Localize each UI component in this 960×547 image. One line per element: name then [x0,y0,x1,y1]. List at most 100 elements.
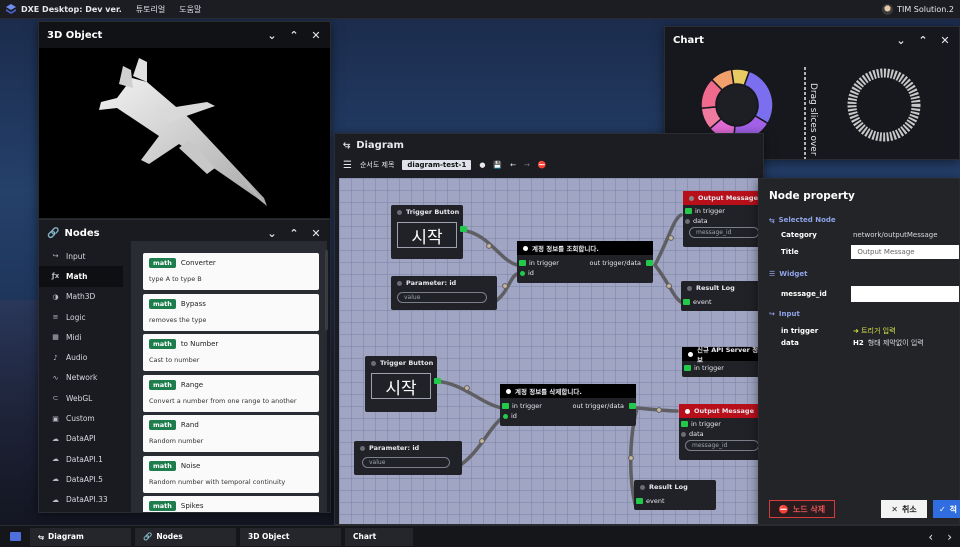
parameter-node-1[interactable]: Parameter: id value [391,276,497,310]
3d-object-header[interactable]: 3D Object ⌄ ⌃ ✕ [39,22,330,48]
node-category-network[interactable]: ∿ Network [39,368,123,388]
node-title: Parameter: id [369,444,420,452]
node-category-math3d[interactable]: ◑ Math3D [39,287,123,307]
node-category-dataapi-5[interactable]: ☁ DataAPI.5 [39,469,123,489]
flow-name[interactable]: diagram-test-1 [402,160,472,170]
chevron-up-icon[interactable]: ⌃ [288,29,300,42]
node-title: 신규 API Server 정보 [697,346,759,364]
menu-help[interactable]: 도움말 [179,4,201,15]
panel-title: Chart [673,34,704,46]
node-category-dataapi-1[interactable]: ☁ DataAPI.1 [39,449,123,469]
trigger-button-node-1[interactable]: Trigger Button 시작 [391,205,467,259]
close-icon[interactable]: ✕ [310,29,322,42]
parameter-node-2[interactable]: Parameter: id value [354,441,462,475]
node-category-audio[interactable]: ♪ Audio [39,347,123,367]
delete-node-button[interactable]: ⛔ 노드 삭제 [769,500,835,518]
3d-viewport[interactable] [39,48,330,218]
network-icon: ∿ [52,373,59,382]
taskbar-tab-3d-object[interactable]: 3D Object [240,527,341,546]
tab-label: Chart [353,532,377,541]
check-icon: ✓ [938,504,946,514]
chevron-left-icon[interactable]: ‹ [928,530,933,544]
chevron-up-icon[interactable]: ⌃ [288,227,300,240]
menu-tutorial[interactable]: 튜토리얼 [136,4,165,15]
title-input[interactable]: Output Message [851,245,959,259]
node-category-dataapi-33[interactable]: ☁ DataAPI.33 [39,490,123,510]
close-icon[interactable]: ✕ [310,227,322,240]
cloud-icon: ☁ [52,434,59,443]
node-card[interactable]: math Rand Random number [143,415,319,452]
node-list-scrollbar[interactable] [325,250,328,330]
category-label: Math [66,271,88,281]
node-category-dataapi[interactable]: ☁ DataAPI [39,429,123,449]
node-name: Bypass [180,299,206,308]
category-label: WebGL [66,393,93,403]
parameter-value-input[interactable]: value [397,292,487,303]
drop-target-ring[interactable] [847,68,921,142]
out-trigger-label: out trigger/data [572,402,625,410]
user-profile[interactable]: TIM Solution.2 [882,3,954,15]
undo-icon[interactable]: ← [510,161,516,169]
close-icon[interactable]: ✕ [939,34,951,47]
taskbar-tab-chart[interactable]: Chart [345,527,413,546]
node-description: Random number [149,437,204,445]
app-title: DXE Desktop: Dev ver. [21,4,122,14]
node-card[interactable]: math Range Convert a number from one range… [143,374,319,412]
stop-icon[interactable]: ⛔ [538,161,547,169]
start-menu-icon[interactable] [0,532,30,541]
category-label: Midi [66,332,82,342]
chevron-up-icon[interactable]: ⌃ [917,34,929,47]
selected-node-section: ⥃ Selected Node [759,213,959,227]
node-category-logic[interactable]: ≡ Logic [39,307,123,327]
math3d-icon: ◑ [52,292,59,301]
node-card[interactable]: math to Number Cast to number [143,334,319,371]
result-log-node-1[interactable]: Result Log event [681,281,761,311]
node-category-input[interactable]: ↪ Input [39,246,123,266]
confirm-button[interactable]: ✓ 적 [933,500,960,518]
start-button[interactable]: 시작 [397,222,457,248]
taskbar-tab-diagram[interactable]: ⥃ Diagram [30,527,131,546]
chevron-down-icon[interactable]: ⌄ [895,34,907,47]
output-message-node-1[interactable]: Output Message in trigger data message_i… [683,191,763,247]
redo-icon[interactable]: → [524,161,530,169]
node-card[interactable]: math Bypass removes the type [143,293,319,331]
chart-header[interactable]: Chart ⌄ ⌃ ✕ [665,27,959,53]
node-category-webgl[interactable]: ⊂ WebGL [39,388,123,408]
trigger-button-node-2[interactable]: Trigger Button 시작 [365,356,441,412]
diagram-canvas[interactable]: Trigger Button 시작 Parameter: id value 계정… [339,178,763,524]
save-icon[interactable]: 💾 [493,161,502,169]
output-port[interactable] [434,378,441,384]
node-card[interactable]: math Noise Random number with temporal con… [143,455,319,493]
parameter-value-input[interactable]: value [362,457,450,468]
output-message-node-2[interactable]: Output Message in trigger data message_i… [679,404,763,460]
taskbar-tab-nodes[interactable]: 🔗 Nodes [135,527,236,546]
title-row: Title Output Message [759,243,959,261]
result-log-node-2[interactable]: Result Log event [634,480,716,510]
menu-icon[interactable]: ☰ [343,160,352,171]
node-card[interactable]: math Converter type A to type B [143,253,319,290]
cancel-button[interactable]: ✕ 취소 [881,500,927,518]
flow-title-label: 순서도 제목 [359,161,395,169]
output-port[interactable] [460,226,467,232]
diagram-header[interactable]: ⥃ Diagram [335,134,763,156]
new-api-server-node[interactable]: 신규 API Server 정보 in trigger [682,346,763,377]
message-id-input[interactable]: message_id [689,227,759,238]
jet-model-icon [99,58,267,206]
message-id-input[interactable]: message_id [685,440,759,451]
node-category-midi[interactable]: ▦ Midi [39,327,123,347]
message-id-field[interactable] [851,286,959,302]
node-category-list: ↪ Input ƒx Math ◑ Math3D ≡ Logic ▦ Midi ♪ Audio ∿ Net… [39,246,123,512]
node-card[interactable]: math Spikes [143,496,319,512]
chevron-right-icon[interactable]: › [947,530,952,544]
cloud-icon: ☁ [52,455,59,464]
category-label: Math3D [66,292,96,302]
chevron-down-icon[interactable]: ⌄ [266,227,278,240]
node-category-custom[interactable]: ▣ Custom [39,408,123,428]
start-button[interactable]: 시작 [371,373,431,399]
node-category-math[interactable]: ƒx Math [39,266,123,287]
data-tag: H2 [853,339,864,347]
chevron-down-icon[interactable]: ⌄ [266,29,278,42]
tab-label: Diagram [48,532,84,541]
query-account-node[interactable]: 계정 정보를 조회합니다. in trigger out trigger/dat… [517,241,653,283]
delete-account-node[interactable]: 계정 정보를 삭제합니다. in trigger out trigger/dat… [500,384,636,426]
